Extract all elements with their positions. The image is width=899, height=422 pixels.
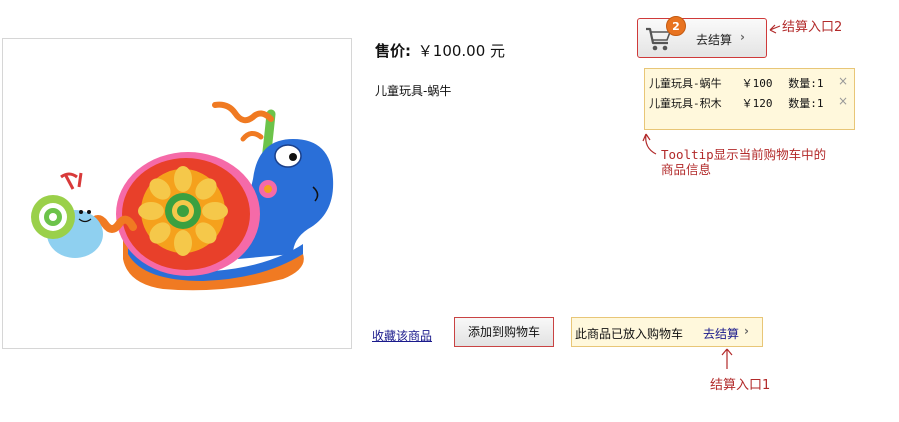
arrow-left-icon (769, 24, 781, 34)
product-page: 售价: ￥100.00 元 儿童玩具-蜗牛 2 去结算 › 结算入口2 儿童玩具… (0, 0, 899, 422)
chevron-right-icon: › (744, 324, 749, 338)
snail-toy-image (31, 101, 334, 291)
product-name: 儿童玩具-蜗牛 (375, 84, 452, 98)
tooltip-item-name: 儿童玩具-积木 (649, 97, 722, 110)
cart-count-badge: 2 (666, 16, 686, 36)
checkout-link[interactable]: 去结算 (703, 325, 739, 342)
tooltip-item-name: 儿童玩具-蜗牛 (649, 77, 722, 90)
annotation-tooltip-line2: 商品信息 (661, 162, 712, 177)
annotation-entry-1: 结算入口1 (710, 378, 771, 393)
price-label: 售价: (375, 42, 411, 60)
annotation-entry-2: 结算入口2 (782, 20, 843, 35)
price: 售价: ￥100.00 元 (375, 40, 505, 61)
tooltip-item-qty: 数量:1 (788, 97, 824, 110)
chevron-right-icon: › (740, 30, 745, 44)
product-image (2, 38, 352, 349)
price-value: ￥100.00 元 (417, 42, 506, 60)
tooltip-item: 儿童玩具-蜗牛 ￥100 数量:1 (649, 75, 824, 91)
checkout-label: 去结算 (696, 33, 733, 47)
tooltip-item-price: ￥120 (741, 97, 773, 110)
cart-tooltip: 儿童玩具-蜗牛 ￥100 数量:1 × 儿童玩具-积木 ￥120 数量:1 × (644, 68, 855, 130)
tooltip-item-price: ￥100 (741, 77, 773, 90)
tooltip-item-qty: 数量:1 (788, 77, 824, 90)
added-to-cart-notice: 此商品已放入购物车 去结算 › (571, 317, 763, 347)
arrow-up-icon (721, 348, 733, 369)
annotation-tooltip-line1: Tooltip显示当前购物车中的 (661, 147, 827, 162)
add-to-cart-button[interactable]: 添加到购物车 (454, 317, 554, 347)
remove-item-icon[interactable]: × (838, 74, 848, 88)
cart-checkout-button[interactable]: 2 去结算 › (637, 16, 767, 58)
arrow-up-icon (642, 133, 657, 155)
remove-item-icon[interactable]: × (838, 94, 848, 108)
tooltip-item: 儿童玩具-积木 ￥120 数量:1 (649, 95, 824, 111)
favorite-link[interactable]: 收藏该商品 (372, 327, 432, 344)
added-message: 此商品已放入购物车 (575, 327, 684, 341)
